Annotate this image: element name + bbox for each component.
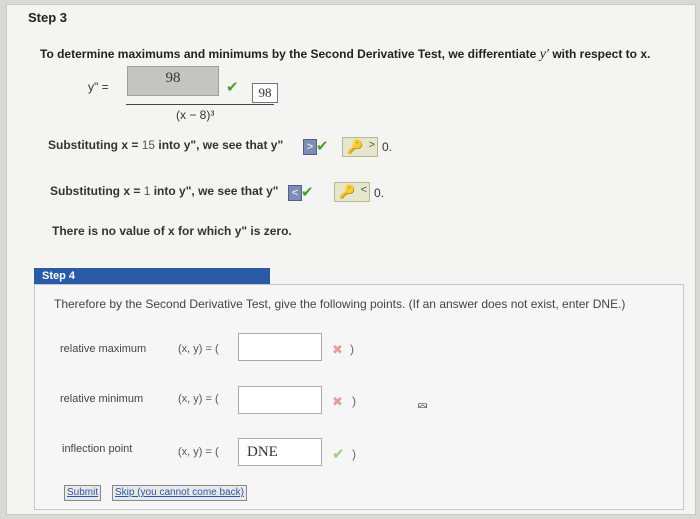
relative-maximum-close: ) bbox=[350, 342, 354, 356]
numerator-answer: 98 bbox=[252, 83, 278, 103]
check-icon: ✔ bbox=[301, 184, 314, 201]
sub2-compare-select[interactable]: < bbox=[288, 185, 302, 201]
step3-title: Step 3 bbox=[28, 10, 68, 25]
sub1-key-symbol: > bbox=[368, 139, 375, 151]
sub1-prefix: Substituting bbox=[48, 138, 118, 152]
inflection-point-close: ) bbox=[352, 447, 356, 461]
relative-maximum-input[interactable] bbox=[238, 333, 322, 361]
sub1-key-answer[interactable]: 🔑 > bbox=[342, 137, 378, 157]
substitution-line-2: Substituting x = 1 into y", we see that … bbox=[50, 184, 279, 198]
sub1-end: 0. bbox=[382, 140, 393, 154]
mouse-pointer-icon: ⮹ bbox=[417, 398, 429, 414]
denominator: (x − 8)³ bbox=[176, 108, 215, 122]
y-double-prime-label: y" = bbox=[88, 80, 109, 94]
key-icon: 🔑 bbox=[347, 139, 364, 154]
fraction-line bbox=[126, 104, 274, 105]
inflection-point-input[interactable]: DNE bbox=[238, 438, 322, 466]
step3-intro-text: To determine maximums and minimums by th… bbox=[40, 47, 537, 61]
relative-maximum-xy: (x, y) = ( bbox=[178, 343, 219, 355]
relative-minimum-label: relative minimum bbox=[60, 393, 144, 405]
sub1-x: x = bbox=[121, 138, 139, 152]
sub1-mid: into y", we see that bbox=[158, 138, 268, 152]
skip-button[interactable]: Skip (you cannot come back) bbox=[112, 485, 247, 501]
relative-minimum-xy: (x, y) = ( bbox=[178, 393, 219, 405]
submit-button[interactable]: Submit bbox=[64, 485, 102, 501]
sub1-compare-select[interactable]: > bbox=[303, 139, 317, 155]
sub2-prefix: Substituting bbox=[50, 184, 120, 198]
check-icon: ✔ bbox=[316, 138, 329, 155]
key-icon: 🔑 bbox=[339, 184, 356, 199]
step4-intro: Therefore by the Second Derivative Test,… bbox=[54, 297, 626, 311]
sub2-y: y" bbox=[266, 184, 279, 198]
numerator-field: 98 bbox=[127, 66, 219, 96]
substitution-line-1: Substituting x = 15 into y", we see that… bbox=[48, 138, 283, 152]
relative-minimum-close: ) bbox=[352, 394, 356, 408]
sub2-x: x = bbox=[123, 184, 141, 198]
sub2-key-answer[interactable]: 🔑 < bbox=[334, 182, 370, 202]
sub2-value: 1 bbox=[143, 184, 151, 198]
check-icon: ✔ bbox=[332, 446, 345, 463]
sub1-y: y" bbox=[270, 138, 284, 152]
step3-intro: To determine maximums and minimums by th… bbox=[40, 47, 650, 63]
no-value-statement: There is no value of x for which y" is z… bbox=[52, 224, 292, 238]
sub1-value: 15 bbox=[141, 138, 156, 152]
sub2-mid: into y", we see that bbox=[153, 184, 263, 198]
check-icon: ✔ bbox=[226, 79, 239, 96]
relative-minimum-input[interactable] bbox=[238, 386, 322, 414]
inflection-point-xy: (x, y) = ( bbox=[178, 446, 219, 458]
inflection-point-label: inflection point bbox=[62, 443, 133, 455]
x-mark-icon: ✖ bbox=[332, 394, 343, 409]
step4-title: Step 4 bbox=[34, 268, 270, 284]
step3-intro-end: with respect to x. bbox=[552, 47, 651, 61]
x-mark-icon: ✖ bbox=[332, 342, 343, 357]
relative-maximum-label: relative maximum bbox=[60, 343, 147, 355]
sub2-end: 0. bbox=[374, 186, 385, 200]
step3-intro-var: y′ bbox=[539, 47, 549, 62]
sub2-key-symbol: < bbox=[360, 184, 367, 196]
